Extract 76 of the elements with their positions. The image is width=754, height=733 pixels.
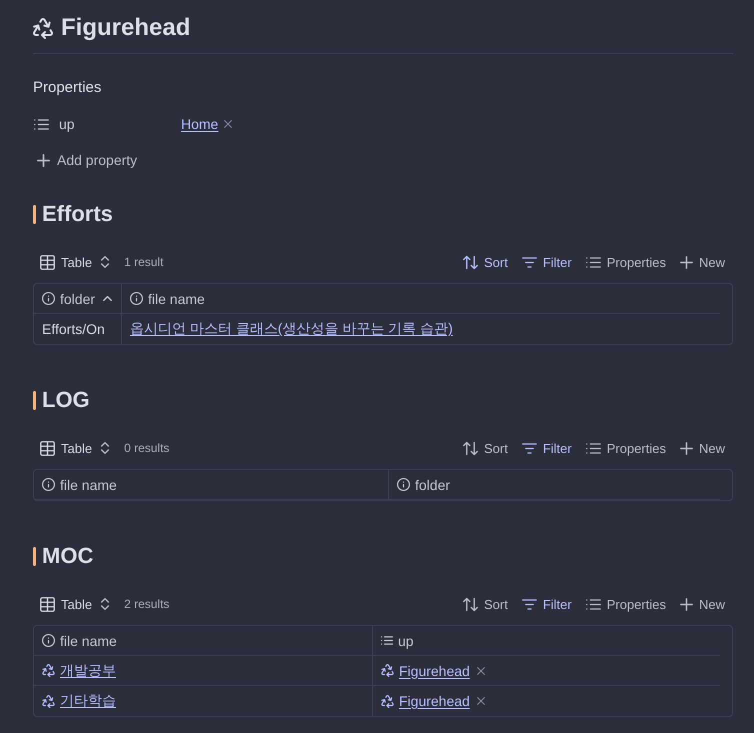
filter-icon [522, 596, 537, 612]
remove-icon[interactable] [476, 697, 485, 705]
chevrons-up-down-icon [101, 442, 110, 454]
result-count: 0 results [124, 441, 170, 455]
properties-heading: Properties [33, 78, 102, 98]
info-icon [397, 478, 410, 491]
recycle-icon [42, 664, 55, 677]
recycle-icon [381, 694, 394, 708]
plus-icon [680, 442, 693, 454]
list-icon [586, 440, 601, 456]
new-button[interactable]: New [672, 248, 733, 276]
column-header[interactable]: up [373, 626, 720, 655]
page-title: Figurehead [61, 13, 190, 43]
info-icon [42, 634, 55, 647]
property-name: up [59, 116, 75, 132]
column-header[interactable]: folder [34, 284, 122, 313]
info-icon [42, 292, 55, 305]
info-icon [42, 478, 55, 491]
heading-marker [33, 390, 36, 410]
properties-button[interactable]: Properties [578, 434, 673, 462]
section-heading: LOG [42, 386, 90, 414]
sort-button[interactable]: Sort [456, 434, 515, 462]
recycle-icon [381, 664, 394, 677]
new-button[interactable]: New [672, 590, 733, 618]
filter-button[interactable]: Filter [514, 434, 579, 462]
remove-icon[interactable] [224, 120, 232, 128]
plus-icon [37, 154, 50, 166]
chevrons-up-down-icon [101, 256, 110, 268]
column-header[interactable]: file name [34, 470, 389, 499]
file-link[interactable]: 개발공부 [42, 662, 116, 680]
property-link[interactable]: Home [181, 116, 218, 132]
column-header[interactable]: folder [389, 470, 720, 499]
view-selector[interactable]: Table [33, 590, 116, 618]
sort-icon [463, 596, 478, 612]
section-heading: Efforts [42, 200, 113, 228]
filter-icon [522, 254, 537, 270]
file-link[interactable]: Figurehead [381, 693, 470, 709]
section-heading: MOC [42, 542, 94, 570]
filter-button[interactable]: Filter [514, 590, 579, 618]
chevrons-up-down-icon [101, 598, 110, 610]
list-icon [34, 116, 49, 132]
new-button[interactable]: New [672, 434, 733, 462]
file-link[interactable]: 옵시디언 마스터 클래스(생산성을 바꾸는 기록 습관) [130, 320, 453, 338]
table-icon [40, 440, 55, 456]
sort-button[interactable]: Sort [456, 248, 515, 276]
properties-button[interactable]: Properties [578, 248, 673, 276]
result-count: 1 result [124, 255, 164, 269]
recycle-icon [42, 694, 55, 708]
result-count: 2 results [124, 597, 170, 611]
filter-icon [522, 440, 537, 456]
info-icon [130, 292, 143, 305]
table-icon [40, 596, 55, 612]
recycle-icon [33, 18, 53, 38]
sort-icon [463, 440, 478, 456]
view-selector[interactable]: Table [33, 248, 116, 276]
sort-icon [463, 254, 478, 270]
column-header[interactable]: file name [34, 626, 373, 655]
list-icon [381, 636, 393, 645]
heading-marker [33, 546, 36, 566]
remove-icon[interactable] [476, 666, 485, 674]
list-icon [586, 596, 601, 612]
sort-caret-icon [103, 296, 112, 301]
list-icon [586, 254, 601, 270]
file-link[interactable]: 기타학습 [42, 692, 116, 710]
sort-button[interactable]: Sort [456, 590, 515, 618]
view-selector[interactable]: Table [33, 434, 116, 462]
properties-button[interactable]: Properties [578, 590, 673, 618]
file-link[interactable]: Figurehead [381, 662, 470, 678]
filter-button[interactable]: Filter [514, 248, 579, 276]
column-header[interactable]: file name [122, 284, 720, 313]
table-icon [40, 254, 55, 270]
heading-marker [33, 204, 36, 224]
add-property-button[interactable]: Add property [33, 144, 142, 176]
plus-icon [680, 598, 693, 610]
plus-icon [680, 256, 693, 268]
table-cell: Efforts/On [34, 314, 122, 344]
